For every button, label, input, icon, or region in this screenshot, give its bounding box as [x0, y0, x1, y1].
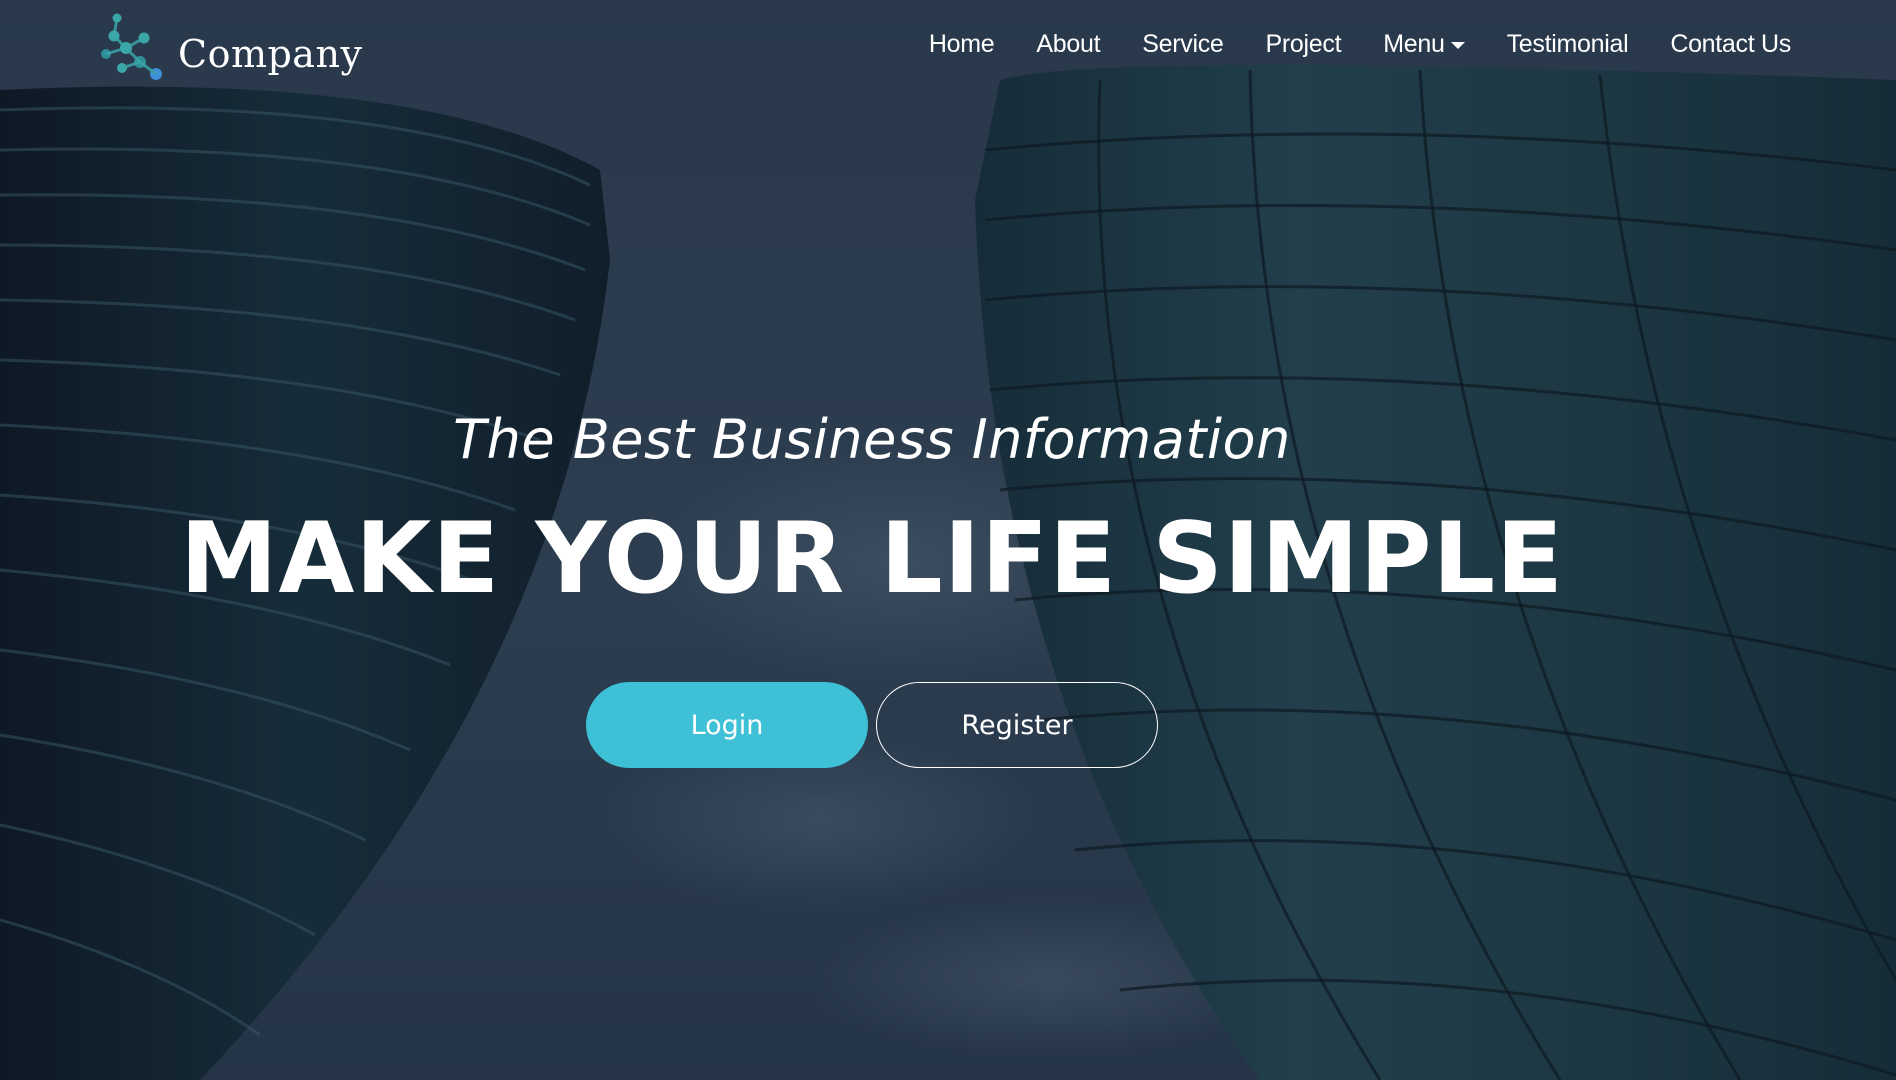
nav-link-service[interactable]: Service — [1121, 30, 1244, 59]
nav-links: Home About Service Project Menu Testimon… — [908, 30, 1812, 59]
register-button[interactable]: Register — [876, 682, 1158, 768]
hero-section: Company Home About Service Project Menu … — [0, 0, 1896, 1080]
hero-headline: MAKE YOUR LIFE SIMPLE — [179, 502, 1564, 616]
nav-link-about[interactable]: About — [1015, 30, 1121, 59]
nav-menu-label: Menu — [1383, 30, 1445, 58]
cta-buttons: Login Register — [586, 682, 1158, 768]
nav-link-home[interactable]: Home — [908, 30, 1016, 59]
nav-menu-dropdown[interactable]: Menu — [1362, 30, 1485, 59]
nav-link-contact-us[interactable]: Contact Us — [1649, 30, 1812, 59]
brand-name: Company — [178, 32, 363, 76]
hero-tagline: The Best Business Information — [453, 408, 1291, 471]
brand-logo-link[interactable]: Company — [100, 12, 362, 86]
nav-link-testimonial[interactable]: Testimonial — [1486, 30, 1650, 59]
molecule-logo-icon — [101, 13, 162, 80]
login-button[interactable]: Login — [586, 682, 868, 768]
nav-link-project[interactable]: Project — [1245, 30, 1363, 59]
chevron-down-icon — [1450, 42, 1465, 49]
top-navbar: Company Home About Service Project Menu … — [0, 0, 1896, 100]
